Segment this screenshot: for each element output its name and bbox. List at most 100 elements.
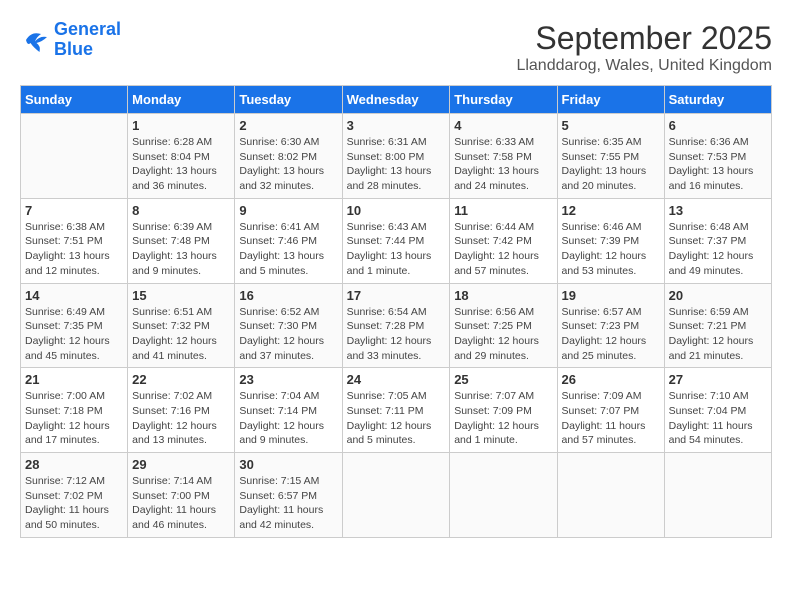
header-sunday: Sunday <box>21 86 128 114</box>
day-info: Sunrise: 6:30 AM Sunset: 8:02 PM Dayligh… <box>239 135 337 194</box>
calendar-cell: 21 Sunrise: 7:00 AM Sunset: 7:18 PM Dayli… <box>21 368 128 453</box>
day-number: 30 <box>239 457 337 472</box>
header-saturday: Saturday <box>664 86 771 114</box>
calendar-cell <box>664 453 771 538</box>
day-number: 11 <box>454 203 552 218</box>
day-info: Sunrise: 6:36 AM Sunset: 7:53 PM Dayligh… <box>669 135 767 194</box>
calendar-cell: 12 Sunrise: 6:46 AM Sunset: 7:39 PM Dayli… <box>557 198 664 283</box>
calendar-cell: 18Sunrise: 6:56 AM Sunset: 7:25 PM Dayli… <box>450 283 557 368</box>
day-number: 27 <box>669 372 767 387</box>
day-info: Sunrise: 7:10 AM Sunset: 7:04 PM Dayligh… <box>669 389 767 448</box>
calendar-cell: 15Sunrise: 6:51 AM Sunset: 7:32 PM Dayli… <box>128 283 235 368</box>
day-number: 24 <box>347 372 446 387</box>
day-info: Sunrise: 6:33 AM Sunset: 7:58 PM Dayligh… <box>454 135 552 194</box>
day-number: 2 <box>239 118 337 133</box>
day-info: Sunrise: 6:48 AM Sunset: 7:37 PM Dayligh… <box>669 220 767 279</box>
calendar-cell: 13 Sunrise: 6:48 AM Sunset: 7:37 PM Dayli… <box>664 198 771 283</box>
calendar-header-row: SundayMondayTuesdayWednesdayThursdayFrid… <box>21 86 772 114</box>
logo-text: General Blue <box>54 20 121 60</box>
calendar-cell: 20 Sunrise: 6:59 AM Sunset: 7:21 PM Dayli… <box>664 283 771 368</box>
day-number: 5 <box>562 118 660 133</box>
day-number: 17 <box>347 288 446 303</box>
calendar-cell: 30 Sunrise: 7:15 AM Sunset: 6:57 PM Dayli… <box>235 453 342 538</box>
calendar-cell: 8 Sunrise: 6:39 AM Sunset: 7:48 PM Daylig… <box>128 198 235 283</box>
header-monday: Monday <box>128 86 235 114</box>
day-number: 25 <box>454 372 552 387</box>
page-subtitle: Llanddarog, Wales, United Kingdom <box>516 57 772 75</box>
logo: General Blue <box>20 20 121 60</box>
calendar-cell: 17Sunrise: 6:54 AM Sunset: 7:28 PM Dayli… <box>342 283 450 368</box>
day-number: 28 <box>25 457 123 472</box>
day-number: 16 <box>239 288 337 303</box>
calendar-week-1: 1Sunrise: 6:28 AM Sunset: 8:04 PM Daylig… <box>21 114 772 199</box>
day-number: 10 <box>347 203 446 218</box>
calendar-cell: 6Sunrise: 6:36 AM Sunset: 7:53 PM Daylig… <box>664 114 771 199</box>
day-info: Sunrise: 7:12 AM Sunset: 7:02 PM Dayligh… <box>25 474 123 533</box>
page-title: September 2025 <box>516 20 772 57</box>
day-info: Sunrise: 7:00 AM Sunset: 7:18 PM Dayligh… <box>25 389 123 448</box>
header-friday: Friday <box>557 86 664 114</box>
calendar-cell: 3 Sunrise: 6:31 AM Sunset: 8:00 PM Daylig… <box>342 114 450 199</box>
day-number: 3 <box>347 118 446 133</box>
day-number: 18 <box>454 288 552 303</box>
calendar-cell: 14Sunrise: 6:49 AM Sunset: 7:35 PM Dayli… <box>21 283 128 368</box>
day-info: Sunrise: 7:15 AM Sunset: 6:57 PM Dayligh… <box>239 474 337 533</box>
calendar-week-2: 7 Sunrise: 6:38 AM Sunset: 7:51 PM Daylig… <box>21 198 772 283</box>
day-number: 9 <box>239 203 337 218</box>
day-number: 19 <box>562 288 660 303</box>
header-wednesday: Wednesday <box>342 86 450 114</box>
calendar-cell: 9 Sunrise: 6:41 AM Sunset: 7:46 PM Daylig… <box>235 198 342 283</box>
calendar-cell: 24 Sunrise: 7:05 AM Sunset: 7:11 PM Dayli… <box>342 368 450 453</box>
calendar-week-3: 14Sunrise: 6:49 AM Sunset: 7:35 PM Dayli… <box>21 283 772 368</box>
day-number: 15 <box>132 288 230 303</box>
day-number: 1 <box>132 118 230 133</box>
day-info: Sunrise: 6:46 AM Sunset: 7:39 PM Dayligh… <box>562 220 660 279</box>
day-info: Sunrise: 6:41 AM Sunset: 7:46 PM Dayligh… <box>239 220 337 279</box>
day-number: 21 <box>25 372 123 387</box>
day-info: Sunrise: 6:39 AM Sunset: 7:48 PM Dayligh… <box>132 220 230 279</box>
day-number: 23 <box>239 372 337 387</box>
calendar-cell <box>21 114 128 199</box>
day-info: Sunrise: 6:52 AM Sunset: 7:30 PM Dayligh… <box>239 305 337 364</box>
calendar-cell: 19Sunrise: 6:57 AM Sunset: 7:23 PM Dayli… <box>557 283 664 368</box>
day-number: 22 <box>132 372 230 387</box>
calendar-cell: 16 Sunrise: 6:52 AM Sunset: 7:30 PM Dayli… <box>235 283 342 368</box>
header-thursday: Thursday <box>450 86 557 114</box>
day-info: Sunrise: 7:07 AM Sunset: 7:09 PM Dayligh… <box>454 389 552 448</box>
calendar-cell: 4 Sunrise: 6:33 AM Sunset: 7:58 PM Daylig… <box>450 114 557 199</box>
calendar-cell: 23Sunrise: 7:04 AM Sunset: 7:14 PM Dayli… <box>235 368 342 453</box>
calendar-cell: 29Sunrise: 7:14 AM Sunset: 7:00 PM Dayli… <box>128 453 235 538</box>
day-number: 4 <box>454 118 552 133</box>
day-number: 12 <box>562 203 660 218</box>
calendar-cell: 27 Sunrise: 7:10 AM Sunset: 7:04 PM Dayli… <box>664 368 771 453</box>
day-info: Sunrise: 7:05 AM Sunset: 7:11 PM Dayligh… <box>347 389 446 448</box>
calendar-cell <box>557 453 664 538</box>
day-info: Sunrise: 6:44 AM Sunset: 7:42 PM Dayligh… <box>454 220 552 279</box>
day-number: 26 <box>562 372 660 387</box>
calendar-week-4: 21 Sunrise: 7:00 AM Sunset: 7:18 PM Dayli… <box>21 368 772 453</box>
day-info: Sunrise: 6:38 AM Sunset: 7:51 PM Dayligh… <box>25 220 123 279</box>
day-info: Sunrise: 7:14 AM Sunset: 7:00 PM Dayligh… <box>132 474 230 533</box>
calendar-cell: 1Sunrise: 6:28 AM Sunset: 8:04 PM Daylig… <box>128 114 235 199</box>
day-number: 7 <box>25 203 123 218</box>
calendar-cell <box>450 453 557 538</box>
calendar-cell: 26Sunrise: 7:09 AM Sunset: 7:07 PM Dayli… <box>557 368 664 453</box>
calendar-cell: 7 Sunrise: 6:38 AM Sunset: 7:51 PM Daylig… <box>21 198 128 283</box>
day-number: 20 <box>669 288 767 303</box>
calendar-cell: 5 Sunrise: 6:35 AM Sunset: 7:55 PM Daylig… <box>557 114 664 199</box>
calendar-week-5: 28 Sunrise: 7:12 AM Sunset: 7:02 PM Dayli… <box>21 453 772 538</box>
calendar-table: SundayMondayTuesdayWednesdayThursdayFrid… <box>20 85 772 538</box>
day-info: Sunrise: 6:43 AM Sunset: 7:44 PM Dayligh… <box>347 220 446 279</box>
day-number: 8 <box>132 203 230 218</box>
logo-bird-icon <box>20 25 50 55</box>
day-number: 14 <box>25 288 123 303</box>
calendar-cell: 10 Sunrise: 6:43 AM Sunset: 7:44 PM Dayli… <box>342 198 450 283</box>
day-info: Sunrise: 6:35 AM Sunset: 7:55 PM Dayligh… <box>562 135 660 194</box>
calendar-cell: 22Sunrise: 7:02 AM Sunset: 7:16 PM Dayli… <box>128 368 235 453</box>
title-block: September 2025 Llanddarog, Wales, United… <box>516 20 772 75</box>
day-number: 13 <box>669 203 767 218</box>
day-info: Sunrise: 6:31 AM Sunset: 8:00 PM Dayligh… <box>347 135 446 194</box>
calendar-cell: 2 Sunrise: 6:30 AM Sunset: 8:02 PM Daylig… <box>235 114 342 199</box>
day-info: Sunrise: 6:59 AM Sunset: 7:21 PM Dayligh… <box>669 305 767 364</box>
calendar-cell: 28 Sunrise: 7:12 AM Sunset: 7:02 PM Dayli… <box>21 453 128 538</box>
